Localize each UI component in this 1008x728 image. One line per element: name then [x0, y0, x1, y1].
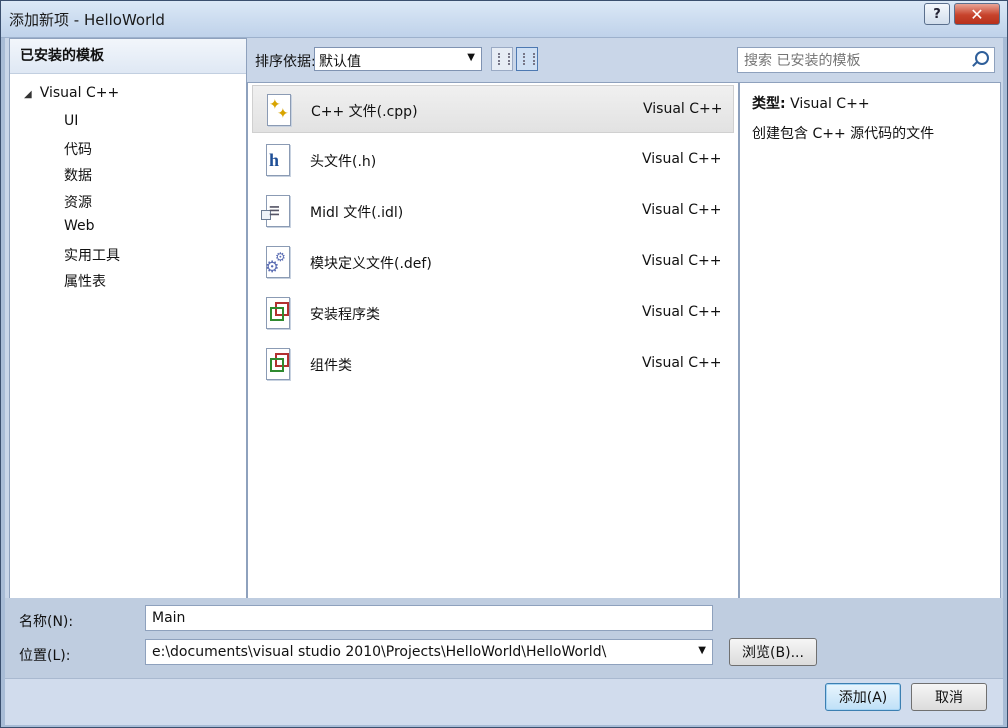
location-input[interactable] [150, 643, 684, 661]
name-label: 名称(N): [19, 614, 74, 630]
template-language: Visual C++ [642, 253, 722, 269]
template-name: C++ 文件(.cpp) [311, 104, 418, 120]
template-row-module-def[interactable]: ⚙ ⚙ 模块定义文件(.def) Visual C++ [252, 238, 734, 286]
template-language: Visual C++ [642, 304, 722, 320]
search-input[interactable] [742, 50, 966, 72]
type-label: 类型: [752, 96, 786, 112]
list-view-icon [523, 53, 535, 65]
tree-item-resource[interactable]: 资源 [64, 192, 92, 212]
type-value: Visual C++ [790, 96, 870, 112]
header-file-icon: h [266, 144, 290, 176]
template-row-component[interactable]: 组件类 Visual C++ [252, 340, 734, 388]
expand-triangle-icon[interactable]: ◢ [24, 89, 32, 100]
close-button[interactable]: ✕ [954, 3, 1000, 25]
template-name: 安装程序类 [310, 307, 380, 323]
module-def-file-icon: ⚙ ⚙ [265, 246, 290, 278]
tree-item-ui[interactable]: UI [64, 113, 78, 129]
browse-button[interactable]: 浏览(B)... [729, 638, 817, 666]
template-description: 创建包含 C++ 源代码的文件 [752, 126, 935, 142]
template-language: Visual C++ [642, 151, 722, 167]
chevron-down-icon: ▼ [467, 52, 475, 63]
tree-item-data[interactable]: 数据 [64, 165, 92, 185]
add-new-item-dialog: 添加新项 - HelloWorld ? ✕ 已安装的模板 ◢ Visual C++… [0, 0, 1008, 728]
tree-node-label: Visual C++ [39, 85, 120, 101]
template-language: Visual C++ [642, 202, 722, 218]
template-language: Visual C++ [642, 355, 722, 371]
location-label: 位置(L): [19, 648, 71, 664]
template-details-panel: 类型: Visual C++ 创建包含 C++ 源代码的文件 [739, 82, 1001, 600]
search-icon[interactable] [975, 51, 989, 65]
template-name: Midl 文件(.idl) [310, 205, 404, 221]
title-bar: 添加新项 - HelloWorld ? ✕ [1, 1, 1007, 38]
tree-node-visual-cpp[interactable]: ◢ Visual C++ [24, 85, 119, 101]
installed-templates-header[interactable]: 已安装的模板 [10, 39, 246, 74]
template-row-cpp[interactable]: ✦ ✦ C++ 文件(.cpp) Visual C++ [252, 85, 734, 133]
tree-item-property-sheet[interactable]: 属性表 [64, 271, 106, 291]
template-search-box[interactable] [737, 47, 995, 73]
add-button[interactable]: 添加(A) [825, 683, 901, 711]
sort-dropdown[interactable]: 默认值 ▼ [314, 47, 482, 71]
name-field[interactable] [145, 605, 713, 631]
dialog-body: 已安装的模板 ◢ Visual C++ UI 代码 数据 资源 Web 实用工具 … [5, 38, 1003, 725]
template-language: Visual C++ [643, 101, 723, 117]
location-combobox[interactable]: ▼ [145, 639, 713, 665]
template-row-header[interactable]: h 头文件(.h) Visual C++ [252, 136, 734, 184]
tree-item-utility[interactable]: 实用工具 [64, 245, 120, 265]
list-view-button[interactable] [516, 47, 538, 71]
dialog-footer: 添加(A) 取消 [5, 678, 1003, 725]
template-name: 组件类 [310, 358, 352, 374]
name-input[interactable] [150, 609, 684, 627]
small-icons-view-icon [498, 53, 510, 65]
template-row-installer[interactable]: 安装程序类 Visual C++ [252, 289, 734, 337]
sort-toolbar: 排序依据: 默认值 ▼ [249, 38, 739, 78]
tree-item-code[interactable]: 代码 [64, 139, 92, 159]
cancel-button[interactable]: 取消 [911, 683, 987, 711]
help-button[interactable]: ? [924, 3, 950, 25]
template-type: 类型: Visual C++ [752, 93, 870, 113]
template-row-midl[interactable]: ☰ Midl 文件(.idl) Visual C++ [252, 187, 734, 235]
small-icons-view-button[interactable] [491, 47, 513, 71]
chevron-down-icon[interactable]: ▼ [698, 645, 706, 656]
template-name: 模块定义文件(.def) [310, 256, 432, 272]
templates-tree-panel: 已安装的模板 ◢ Visual C++ UI 代码 数据 资源 Web 实用工具 … [9, 38, 247, 600]
sort-value: 默认值 [319, 54, 361, 70]
template-list: ✦ ✦ C++ 文件(.cpp) Visual C++ h 头文件(.h) Vis… [247, 82, 739, 600]
template-name: 头文件(.h) [310, 154, 377, 170]
tree-item-web[interactable]: Web [64, 218, 95, 234]
midl-file-icon: ☰ [261, 195, 290, 227]
component-class-icon [266, 348, 290, 380]
sort-label: 排序依据: [255, 54, 316, 70]
window-title: 添加新项 - HelloWorld [9, 11, 165, 29]
cpp-file-icon: ✦ ✦ [267, 94, 291, 126]
installer-class-icon [266, 297, 290, 329]
